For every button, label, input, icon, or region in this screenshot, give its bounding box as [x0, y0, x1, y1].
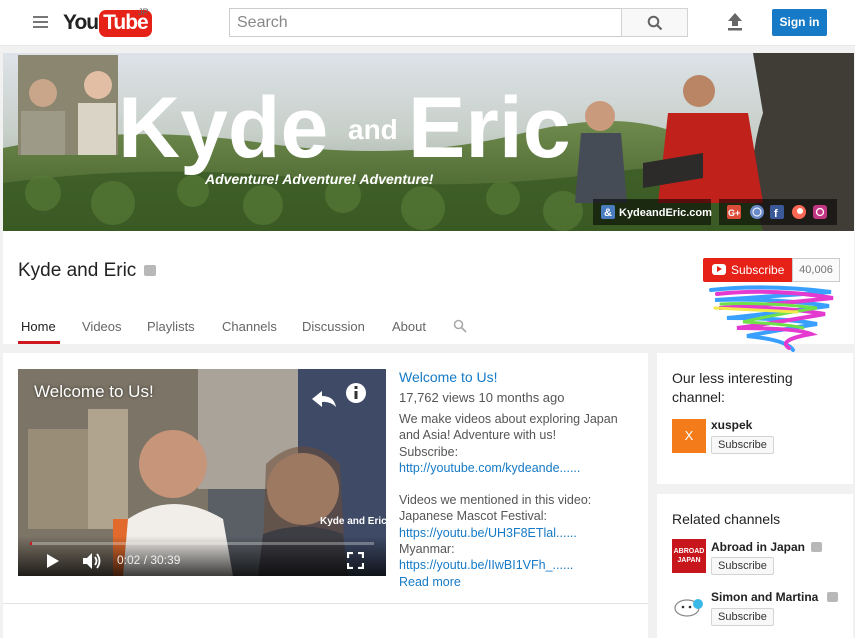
tab-discussion[interactable]: Discussion: [302, 319, 365, 334]
search-input[interactable]: Search: [229, 8, 622, 37]
related-channels-card: Related channels ABROAD JAPAN Abroad in …: [657, 494, 853, 638]
upload-icon[interactable]: [726, 12, 744, 32]
description-line: Myanmar:: [399, 542, 455, 557]
xuspek-subscribe-button[interactable]: Subscribe: [711, 436, 774, 454]
channel-banner: Kyde and Eric Adventure! Adventure! Adve…: [3, 53, 854, 231]
description-line: Japanese Mascot Festival:: [399, 509, 547, 524]
description-link[interactable]: http://youtube.com/kydeande......: [399, 460, 639, 476]
related-channels-heading: Related channels: [672, 511, 781, 527]
banner-title-and: and: [348, 114, 398, 145]
video-info: Welcome to Us! 17,762 views 10 months ag…: [399, 369, 639, 590]
tab-videos[interactable]: Videos: [82, 319, 122, 334]
description-line: Videos we mentioned in this video:: [399, 493, 592, 508]
tab-about[interactable]: About: [392, 319, 426, 334]
verified-badge-icon: [811, 542, 822, 552]
logo-region: JP: [138, 7, 149, 17]
youtube-play-icon: [712, 264, 726, 275]
banner-tagline: Adventure! Adventure! Adventure!: [204, 171, 434, 187]
abroad-in-japan-avatar[interactable]: ABROAD JAPAN: [672, 539, 706, 573]
featured-channel-heading: Our less interesting channel:: [672, 370, 793, 405]
featured-video-section: Kyde and Eric Welcome to Us! 0:02 / 30:3…: [3, 353, 648, 638]
search-icon: [647, 15, 663, 31]
verified-badge-icon: [827, 592, 838, 602]
simon-and-martina-name[interactable]: Simon and Martina: [711, 590, 818, 604]
description-link[interactable]: https://youtu.be/IIwBI1VFh_......: [399, 557, 639, 573]
banner-site-link[interactable]: KydeandEric.com: [619, 207, 712, 219]
description-line: and Asia! Adventure with us!: [399, 428, 557, 443]
logo-you-text: You: [63, 11, 99, 34]
description-line: Subscribe:: [399, 444, 459, 459]
volume-icon[interactable]: [82, 552, 102, 570]
channel-tabs: Home Videos Playlists Channels Discussio…: [3, 307, 603, 344]
video-player[interactable]: Kyde and Eric Welcome to Us! 0:02 / 30:3…: [18, 369, 386, 576]
tab-playlists[interactable]: Playlists: [147, 319, 195, 334]
section-divider: [3, 603, 648, 604]
description-line: [399, 476, 639, 492]
tab-channels[interactable]: Channels: [222, 319, 277, 334]
active-tab-indicator: [18, 341, 60, 344]
video-title-link[interactable]: Welcome to Us!: [399, 369, 639, 385]
video-description: We make videos about exploring Japan and …: [399, 411, 639, 574]
signin-button[interactable]: Sign in: [772, 9, 827, 36]
guide-menu-icon[interactable]: [33, 16, 48, 28]
time-display: 0:02 / 30:39: [117, 553, 181, 567]
read-more-link[interactable]: Read more: [399, 574, 639, 590]
svg-text:G+: G+: [728, 208, 740, 218]
instagram-icon[interactable]: [813, 205, 827, 219]
tab-home[interactable]: Home: [21, 319, 56, 334]
description-line: We make videos about exploring Japan: [399, 412, 618, 426]
banner-title-left: Kyde: [118, 80, 328, 176]
progress-bar[interactable]: [30, 542, 374, 545]
abroad-in-japan-subscribe-button[interactable]: Subscribe: [711, 557, 774, 575]
svg-text:&: &: [604, 207, 612, 219]
simon-and-martina-avatar[interactable]: [672, 590, 706, 624]
verified-badge-icon: [144, 265, 156, 276]
video-title-overlay: Welcome to Us!: [34, 382, 154, 401]
video-watermark: Kyde and Eric: [320, 516, 386, 527]
globe-icon[interactable]: [750, 205, 764, 219]
progress-fill: [30, 542, 32, 545]
featured-channel-card: Our less interesting channel: X xuspek S…: [657, 353, 853, 484]
masthead: You Tube JP Search Sign in: [0, 0, 855, 46]
play-icon[interactable]: [46, 553, 60, 569]
channel-title[interactable]: Kyde and Eric: [18, 260, 136, 282]
video-meta: 17,762 views 10 months ago: [399, 390, 565, 405]
channel-header: Kyde and Eric Adventure! Adventure! Adve…: [3, 53, 854, 352]
svg-text:f: f: [774, 208, 778, 220]
video-controls: 0:02 / 30:39: [18, 536, 386, 576]
search-button[interactable]: [621, 8, 688, 37]
abroad-in-japan-name[interactable]: Abroad in Japan: [711, 540, 805, 554]
channel-search-icon[interactable]: [453, 319, 467, 333]
subscribe-label: Subscribe: [731, 263, 785, 277]
scribble-decoration: [709, 285, 834, 352]
google-plus-icon[interactable]: G+: [727, 205, 741, 219]
xuspek-avatar[interactable]: X: [672, 419, 706, 453]
patreon-icon[interactable]: [792, 205, 806, 219]
simon-and-martina-subscribe-button[interactable]: Subscribe: [711, 608, 774, 626]
xuspek-channel-name[interactable]: xuspek: [711, 418, 752, 432]
banner-title-right: Eric: [408, 80, 571, 176]
fullscreen-icon[interactable]: [347, 552, 364, 569]
youtube-logo[interactable]: You Tube JP: [63, 7, 152, 37]
subscriber-count: 40,006: [792, 258, 840, 282]
facebook-icon[interactable]: f: [770, 205, 784, 220]
description-link[interactable]: https://youtu.be/UH3F8ETlal......: [399, 525, 639, 541]
subscribe-button[interactable]: Subscribe: [703, 258, 792, 282]
